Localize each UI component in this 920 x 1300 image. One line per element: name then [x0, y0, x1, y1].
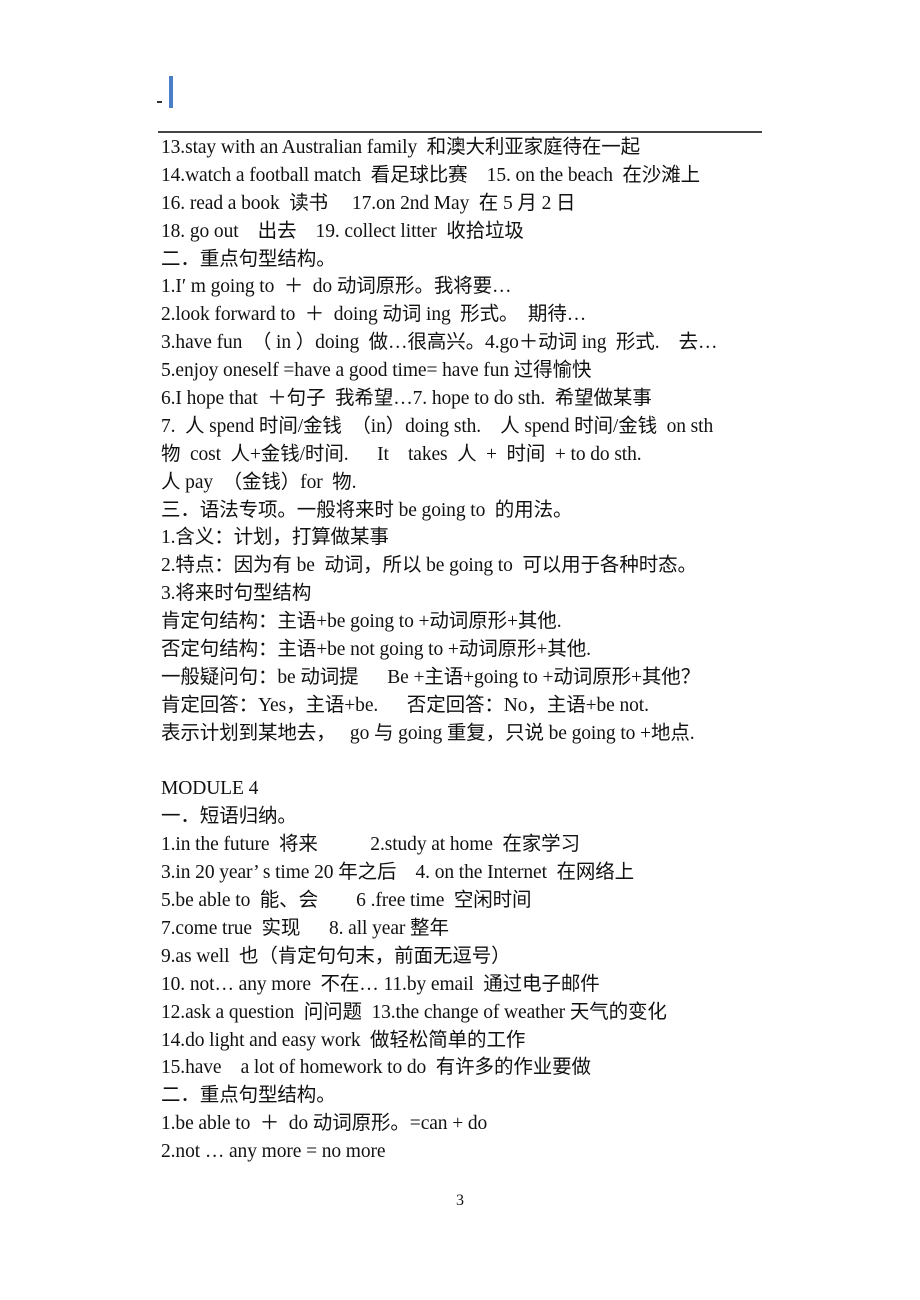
text-line: 否定句结构：主语+be not going to +动词原形+其他.: [161, 639, 591, 661]
text-line: 1.含义：计划，打算做某事: [161, 527, 389, 549]
header-rule: [158, 131, 762, 133]
page-number: 3: [456, 1192, 464, 1209]
text-line: 12.ask a question 问问题 13.the change of w…: [161, 1001, 667, 1023]
text-line: 2.look forward to ＋ doing 动词 ing 形式。 期待…: [161, 304, 587, 326]
text-line: 3.将来时句型结构: [161, 583, 312, 605]
text-line: 3.in 20 year’ s time 20 年之后 4. on the In…: [161, 862, 635, 884]
text-line: 1.I′ m going to ＋ do 动词原形。我将要…: [161, 276, 512, 298]
text-line: 3.have fun （ in ）doing 做…很高兴。4.go＋动词 ing…: [161, 332, 718, 354]
text-line: 15.have a lot of homework to do 有许多的作业要做: [161, 1057, 591, 1079]
text-line: 肯定句结构：主语+be going to +动词原形+其他.: [161, 611, 562, 633]
text-cursor-bar: [169, 76, 173, 108]
section-heading: 二．重点句型结构。: [161, 1085, 336, 1107]
text-line: 7. 人 spend 时间/金钱 （in）doing sth. 人 spend …: [161, 415, 714, 437]
text-line: 10. not… any more 不在… 11.by email 通过电子邮件: [161, 973, 600, 995]
text-line: 7.come true 实现 8. all year 整年: [161, 917, 449, 939]
text-line: 5.be able to 能、会 6 .free time 空闲时间: [161, 890, 532, 912]
text-line: 13.stay with an Australian family 和澳大利亚家…: [161, 137, 641, 158]
text-line: 1.in the future 将来 2.study at home 在家学习: [161, 834, 580, 856]
text-line: 14.do light and easy work 做轻松简单的工作: [161, 1029, 526, 1051]
text-line: 人 pay （金钱）for 物.: [161, 471, 357, 493]
text-line: 物 cost 人+金钱/时间. It takes 人 + 时间 + to do …: [161, 443, 642, 465]
section-heading: 一．短语归纳。: [161, 806, 297, 828]
text-line: 6.I hope that ＋句子 我希望…7. hope to do sth.…: [161, 388, 652, 410]
text-line: 16. read a book 读书 17.on 2nd May 在 5 月 2…: [161, 192, 576, 214]
text-line: 表示计划到某地去， go 与 going 重复，只说 be going to +…: [161, 722, 695, 744]
text-line: 一般疑问句：be 动词提 Be +主语+going to +动词原形+其他？: [161, 666, 701, 688]
text-line: 18. go out 出去 19. collect litter 收拾垃圾: [161, 220, 524, 242]
document-page: 13.stay with an Australian family 和澳大利亚家…: [0, 0, 920, 1300]
text-line: 14.watch a football match 看足球比赛 15. on t…: [161, 164, 701, 186]
text-line: 2.特点：因为有 be 动词，所以 be going to 可以用于各种时态。: [161, 555, 697, 577]
text-line: 5.enjoy oneself =have a good time= have …: [161, 360, 592, 382]
text-line: 9.as well 也（肯定句句末，前面无逗号）: [161, 945, 511, 967]
section-heading: 二．重点句型结构。: [161, 248, 336, 270]
section-heading: 三．语法专项。一般将来时 be going to 的用法。: [161, 499, 573, 521]
module-heading: MODULE 4: [161, 778, 259, 800]
document-body: 13.stay with an Australian family 和澳大利亚家…: [161, 134, 801, 1166]
text-line: 2.not … any more = no more: [161, 1141, 386, 1163]
text-line: 1.be able to ＋ do 动词原形。=can + do: [161, 1113, 488, 1135]
text-line: 肯定回答：Yes，主语+be. 否定回答：No，主语+be not.: [161, 694, 649, 716]
header-marker: [157, 101, 162, 103]
